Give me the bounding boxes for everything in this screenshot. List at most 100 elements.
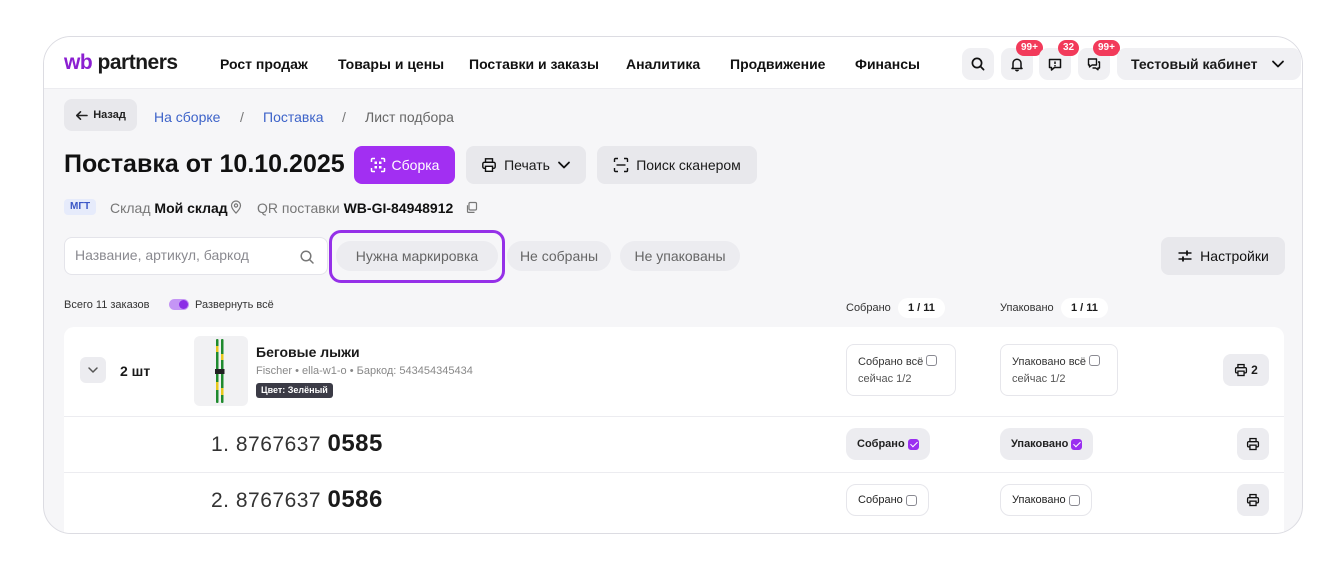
packed-checkbox[interactable]	[1068, 494, 1080, 506]
chats-button[interactable]: 99+	[1078, 40, 1120, 80]
filter-chip-not-packed[interactable]: Не упакованы	[620, 241, 740, 271]
packed-all-label: Упаковано всё	[1012, 356, 1087, 368]
expand-all-toggle[interactable]	[169, 299, 189, 310]
orders-total: Всего 11 заказов	[64, 299, 150, 311]
printer-icon	[1246, 493, 1260, 507]
collected-checkbox-checked[interactable]	[907, 438, 919, 450]
warehouse-info: Склад Мой склад	[110, 200, 228, 216]
nav-finance[interactable]: Финансы	[855, 56, 920, 72]
logo-partners: partners	[97, 51, 179, 74]
search-icon	[300, 250, 314, 264]
order-number: 1. 8767637 0585	[211, 430, 383, 458]
nav-supplies-orders[interactable]: Поставки и заказы	[469, 56, 599, 72]
packed-label: Упаковано	[1012, 494, 1066, 506]
breadcrumb-separator: /	[342, 109, 346, 125]
product-name: Беговые лыжи	[256, 344, 360, 360]
filter-chip-not-collected[interactable]: Не собраны	[507, 241, 611, 271]
packed-all-box[interactable]: Упаковано всё сейчас 1/2	[1000, 344, 1118, 396]
search-field[interactable]	[64, 237, 328, 275]
breadcrumb-current: Лист подбора	[365, 109, 454, 125]
collected-label: Собрано	[857, 438, 905, 450]
order-suffix: 0586	[327, 486, 383, 513]
feedback-icon	[1048, 58, 1062, 71]
chevron-down-icon	[558, 161, 570, 169]
settings-button[interactable]: Настройки	[1161, 237, 1285, 275]
search-button[interactable]	[962, 48, 994, 80]
logo-wb: wb	[64, 51, 93, 74]
scanner-label: Поиск сканером	[636, 157, 741, 173]
collected-all-checkbox[interactable]	[926, 355, 938, 366]
warehouse-label: Склад	[110, 200, 151, 216]
packed-now: сейчас 1/2	[1012, 373, 1066, 385]
collected-checkbox[interactable]	[905, 494, 917, 506]
collected-summary-label: Собрано	[846, 302, 891, 314]
logo[interactable]: wb partners	[64, 51, 178, 75]
printer-icon	[482, 158, 496, 173]
arrow-left-icon	[76, 110, 88, 120]
packed-summary-label: Упаковано	[1000, 302, 1054, 314]
qr-label: QR поставки	[257, 200, 340, 216]
assembly-button[interactable]: Сборка	[354, 146, 455, 184]
app-window: wb partners Рост продаж Товары и цены По…	[43, 36, 1303, 534]
printer-icon	[1246, 437, 1260, 451]
search-input[interactable]	[75, 247, 295, 263]
order-suffix: 0585	[327, 430, 383, 457]
scanner-search-button[interactable]: Поиск сканером	[597, 146, 757, 184]
location-pin-icon	[230, 200, 242, 214]
color-tag: Цвет: Зелёный	[256, 383, 333, 398]
back-button[interactable]: Назад	[64, 99, 137, 131]
nav-products-prices[interactable]: Товары и цены	[338, 56, 444, 72]
breadcrumb-on-assembly[interactable]: На сборке	[154, 109, 220, 125]
expand-all-label: Развернуть всё	[195, 299, 274, 311]
packed-checkbox-checked[interactable]	[1071, 438, 1083, 450]
copy-icon[interactable]	[465, 201, 478, 214]
print-dropdown-button[interactable]: Печать	[466, 146, 586, 184]
sliders-icon	[1178, 250, 1192, 262]
order-index: 1.	[211, 433, 230, 456]
order-number: 2. 8767637 0586	[211, 486, 383, 514]
product-list: 2 шт Беговые лыжи Fischer • ella-w1-o • …	[64, 327, 1284, 533]
barcode-scan-icon	[613, 157, 629, 173]
chevron-down-icon	[1272, 60, 1284, 68]
breadcrumb-supply[interactable]: Поставка	[263, 109, 324, 125]
collected-summary-count: 1 / 11	[898, 298, 945, 318]
collapse-button[interactable]	[80, 357, 106, 383]
settings-label: Настройки	[1200, 248, 1269, 264]
collected-all-row: Собрано всё	[858, 355, 938, 368]
chevron-down-icon	[88, 367, 98, 373]
packed-all-checkbox[interactable]	[1089, 355, 1101, 366]
mgt-tag: МГТ	[64, 199, 97, 215]
order-prefix: 8767637	[235, 433, 322, 456]
order-prefix: 8767637	[235, 489, 322, 512]
warehouse-value: Мой склад	[154, 200, 228, 216]
page-title: Поставка от 10.10.2025	[64, 150, 345, 178]
notifications-button[interactable]: 99+	[1001, 40, 1043, 80]
order-collected-toggle[interactable]: Собрано	[846, 428, 930, 460]
packed-all-row: Упаковано всё	[1012, 355, 1101, 368]
reviews-badge: 32	[1058, 40, 1080, 56]
qr-value: WB-GI-84948912	[343, 200, 454, 216]
top-nav: wb partners Рост продаж Товары и цены По…	[44, 37, 1302, 89]
row-divider	[64, 416, 1284, 417]
printer-icon	[1235, 363, 1248, 377]
order-collected-toggle[interactable]: Собрано	[846, 484, 929, 516]
order-packed-toggle[interactable]: Упаковано	[1000, 428, 1094, 460]
reviews-button[interactable]: 32	[1039, 40, 1080, 80]
collected-all-box[interactable]: Собрано всё сейчас 1/2	[846, 344, 956, 396]
packed-label: Упаковано	[1011, 438, 1069, 450]
cabinet-selector[interactable]: Тестовый кабинет	[1117, 48, 1301, 80]
print-order-button[interactable]	[1237, 484, 1269, 516]
nav-promotion[interactable]: Продвижение	[730, 56, 825, 72]
ski-image	[215, 339, 225, 403]
print-order-button[interactable]	[1237, 428, 1269, 460]
nav-sales-growth[interactable]: Рост продаж	[220, 56, 308, 72]
product-image[interactable]	[194, 336, 248, 406]
product-quantity: 2 шт	[120, 363, 151, 379]
assembly-label: Сборка	[391, 157, 440, 173]
nav-analytics[interactable]: Аналитика	[626, 56, 700, 72]
order-packed-toggle[interactable]: Упаковано	[1000, 484, 1092, 516]
print-product-button[interactable]: 2	[1223, 354, 1269, 386]
back-label: Назад	[93, 109, 126, 121]
search-icon	[971, 57, 985, 71]
product-details: Fischer • ella-w1-o • Баркод: 5434543454…	[256, 365, 473, 377]
